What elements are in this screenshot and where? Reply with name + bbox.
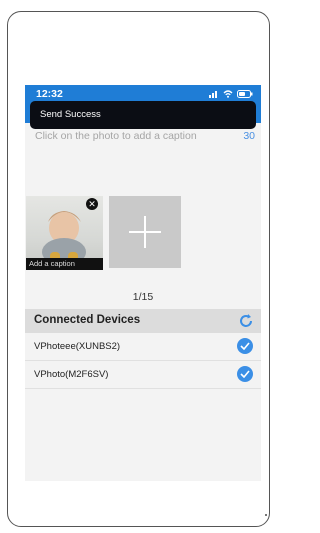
photo-counter: 1/15 <box>132 291 154 303</box>
caption-char-count: 30 <box>243 130 255 142</box>
remove-photo-icon[interactable]: ✕ <box>86 198 98 210</box>
refresh-icon[interactable] <box>238 313 254 329</box>
status-time: 12:32 <box>36 88 63 100</box>
connected-devices-title: Connected Devices <box>34 314 141 326</box>
corner-mark <box>265 514 267 516</box>
signal-icon <box>209 91 217 98</box>
caption-row: Click on the photo to add a caption 30 <box>25 130 261 146</box>
device-name: VPhoto(M2F6SV) <box>34 369 109 380</box>
wifi-icon <box>223 90 233 98</box>
send-success-toast: Send Success <box>30 101 256 129</box>
status-icons <box>209 90 253 98</box>
device-row[interactable]: VPhoteee(XUNBS2) <box>25 333 261 361</box>
plus-icon-vertical <box>144 216 146 248</box>
phone-screen: 12:32 Send Success Click on the photo to… <box>25 85 261 481</box>
photo-thumbnail[interactable]: ✕ Add a caption <box>26 196 103 270</box>
checkmark-icon[interactable] <box>237 366 253 382</box>
connected-devices-header: Connected Devices <box>25 309 261 333</box>
add-photo-button[interactable] <box>109 196 181 268</box>
battery-icon <box>237 90 253 98</box>
device-row[interactable]: VPhoto(M2F6SV) <box>25 361 261 389</box>
device-name: VPhoteee(XUNBS2) <box>34 341 121 352</box>
checkmark-icon[interactable] <box>237 338 253 354</box>
caption-hint: Click on the photo to add a caption <box>35 130 197 142</box>
photo-caption-label[interactable]: Add a caption <box>26 258 103 270</box>
